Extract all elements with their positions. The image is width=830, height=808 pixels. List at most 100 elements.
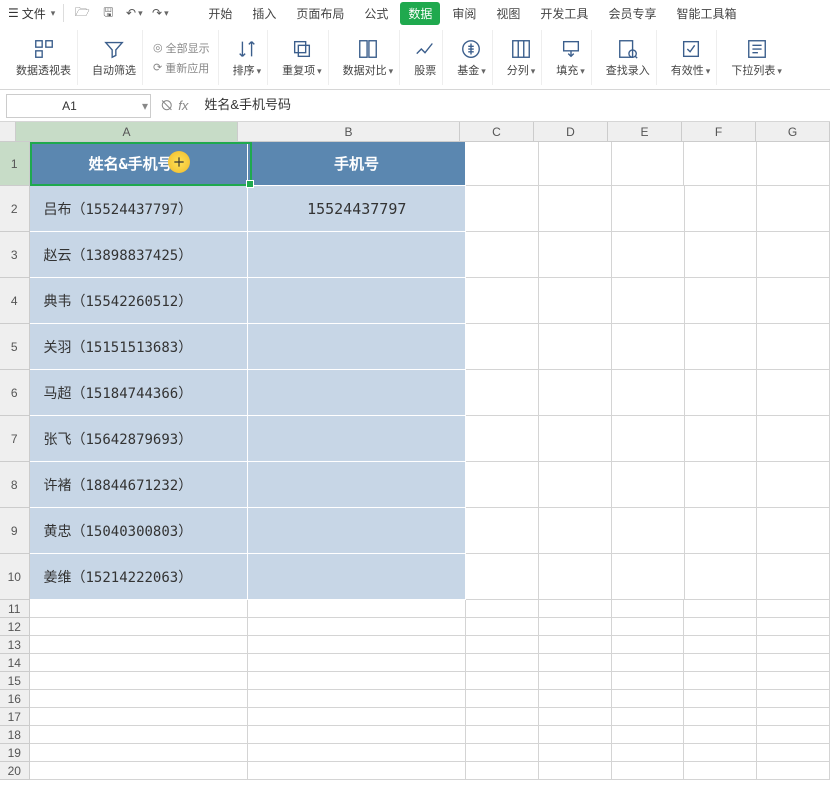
cell[interactable] bbox=[757, 636, 830, 654]
cell[interactable] bbox=[466, 554, 539, 600]
row-header-10[interactable]: 10 bbox=[0, 554, 30, 600]
cell[interactable]: 吕布（15524437797） bbox=[30, 186, 249, 232]
cell[interactable] bbox=[612, 600, 685, 618]
cell[interactable] bbox=[466, 600, 539, 618]
file-menu[interactable]: ☰ 文件 ▾ bbox=[8, 5, 55, 22]
cell[interactable] bbox=[539, 370, 612, 416]
row-header-15[interactable]: 15 bbox=[0, 672, 30, 690]
ribbon-compare[interactable]: 数据对比▾ bbox=[337, 30, 401, 85]
cell[interactable] bbox=[248, 278, 466, 324]
row-header-2[interactable]: 2 bbox=[0, 186, 30, 232]
cell[interactable] bbox=[466, 186, 539, 232]
cell[interactable] bbox=[757, 554, 830, 600]
ribbon-validity[interactable]: 有效性▾ bbox=[665, 30, 718, 85]
cell[interactable] bbox=[612, 618, 685, 636]
row-header-5[interactable]: 5 bbox=[0, 324, 30, 370]
cell[interactable] bbox=[30, 762, 248, 780]
cell[interactable] bbox=[248, 762, 466, 780]
cell[interactable] bbox=[757, 508, 830, 554]
cell[interactable] bbox=[684, 142, 757, 186]
ribbon-split[interactable]: 分列▾ bbox=[501, 30, 543, 85]
cell[interactable] bbox=[466, 462, 539, 508]
cell[interactable] bbox=[612, 654, 685, 672]
col-header-D[interactable]: D bbox=[534, 122, 608, 141]
tab-8[interactable]: 会员专享 bbox=[600, 2, 664, 25]
tab-9[interactable]: 智能工具箱 bbox=[668, 2, 744, 25]
cell[interactable] bbox=[612, 278, 685, 324]
row-header-13[interactable]: 13 bbox=[0, 636, 30, 654]
cell[interactable] bbox=[684, 762, 757, 780]
cell[interactable]: 张飞（15642879693） bbox=[30, 416, 249, 462]
col-header-C[interactable]: C bbox=[460, 122, 534, 141]
cell[interactable] bbox=[612, 726, 685, 744]
row-header-4[interactable]: 4 bbox=[0, 278, 30, 324]
cell[interactable] bbox=[248, 672, 466, 690]
cell[interactable] bbox=[757, 654, 830, 672]
cell[interactable] bbox=[757, 762, 830, 780]
cell[interactable]: 关羽（15151513683） bbox=[30, 324, 249, 370]
cell[interactable] bbox=[539, 654, 612, 672]
cell[interactable] bbox=[684, 654, 757, 672]
cell[interactable] bbox=[30, 726, 248, 744]
ribbon-stock[interactable]: 股票 bbox=[408, 30, 443, 85]
cell[interactable] bbox=[757, 142, 830, 186]
cell[interactable] bbox=[30, 600, 248, 618]
ribbon-droplist[interactable]: 下拉列表▾ bbox=[725, 30, 788, 85]
row-header-12[interactable]: 12 bbox=[0, 618, 30, 636]
cell[interactable] bbox=[757, 416, 830, 462]
cell[interactable] bbox=[539, 618, 612, 636]
cell[interactable] bbox=[757, 672, 830, 690]
cell[interactable] bbox=[539, 744, 612, 762]
cell[interactable] bbox=[539, 554, 612, 600]
cell[interactable] bbox=[757, 600, 830, 618]
cell[interactable] bbox=[757, 726, 830, 744]
cell[interactable] bbox=[539, 508, 612, 554]
cell[interactable] bbox=[612, 370, 685, 416]
cell[interactable] bbox=[30, 708, 248, 726]
ribbon-fund[interactable]: 基金▾ bbox=[451, 30, 493, 85]
reapply-button[interactable]: ⟳重新应用 bbox=[151, 59, 212, 77]
cell[interactable] bbox=[466, 618, 539, 636]
cell[interactable] bbox=[539, 416, 612, 462]
cell[interactable] bbox=[248, 462, 466, 508]
cell[interactable] bbox=[685, 508, 758, 554]
tab-2[interactable]: 页面布局 bbox=[288, 2, 352, 25]
cell[interactable]: 典韦（15542260512） bbox=[30, 278, 249, 324]
row-header-20[interactable]: 20 bbox=[0, 762, 30, 780]
cell[interactable]: 许褚（18844671232） bbox=[30, 462, 249, 508]
ribbon-find[interactable]: 查找录入 bbox=[600, 30, 657, 85]
cell[interactable] bbox=[248, 744, 466, 762]
cell[interactable] bbox=[466, 654, 539, 672]
row-header-14[interactable]: 14 bbox=[0, 654, 30, 672]
cell[interactable] bbox=[612, 554, 685, 600]
cell[interactable] bbox=[612, 762, 685, 780]
cell[interactable] bbox=[612, 232, 685, 278]
show-all-button[interactable]: ◎全部显示 bbox=[151, 39, 212, 57]
cell[interactable]: 黄忠（15040300803） bbox=[30, 508, 249, 554]
tab-6[interactable]: 视图 bbox=[488, 2, 528, 25]
cell[interactable] bbox=[539, 278, 612, 324]
row-header-3[interactable]: 3 bbox=[0, 232, 30, 278]
cell[interactable] bbox=[757, 370, 830, 416]
redo-icon[interactable]: ↷▾ bbox=[150, 3, 170, 23]
cell[interactable] bbox=[685, 232, 758, 278]
cell[interactable] bbox=[248, 232, 466, 278]
cell[interactable] bbox=[466, 708, 539, 726]
cell[interactable] bbox=[757, 278, 830, 324]
row-header-19[interactable]: 19 bbox=[0, 744, 30, 762]
row-header-16[interactable]: 16 bbox=[0, 690, 30, 708]
col-header-G[interactable]: G bbox=[756, 122, 830, 141]
cell[interactable] bbox=[539, 708, 612, 726]
cell[interactable] bbox=[684, 744, 757, 762]
cell[interactable] bbox=[685, 324, 758, 370]
cell[interactable] bbox=[466, 232, 539, 278]
row-header-6[interactable]: 6 bbox=[0, 370, 30, 416]
cell[interactable] bbox=[757, 744, 830, 762]
tab-3[interactable]: 公式 bbox=[356, 2, 396, 25]
cell[interactable] bbox=[466, 508, 539, 554]
cell[interactable] bbox=[539, 690, 612, 708]
cell[interactable] bbox=[685, 186, 758, 232]
cell[interactable] bbox=[685, 416, 758, 462]
cell[interactable] bbox=[757, 232, 830, 278]
cell[interactable] bbox=[539, 672, 612, 690]
